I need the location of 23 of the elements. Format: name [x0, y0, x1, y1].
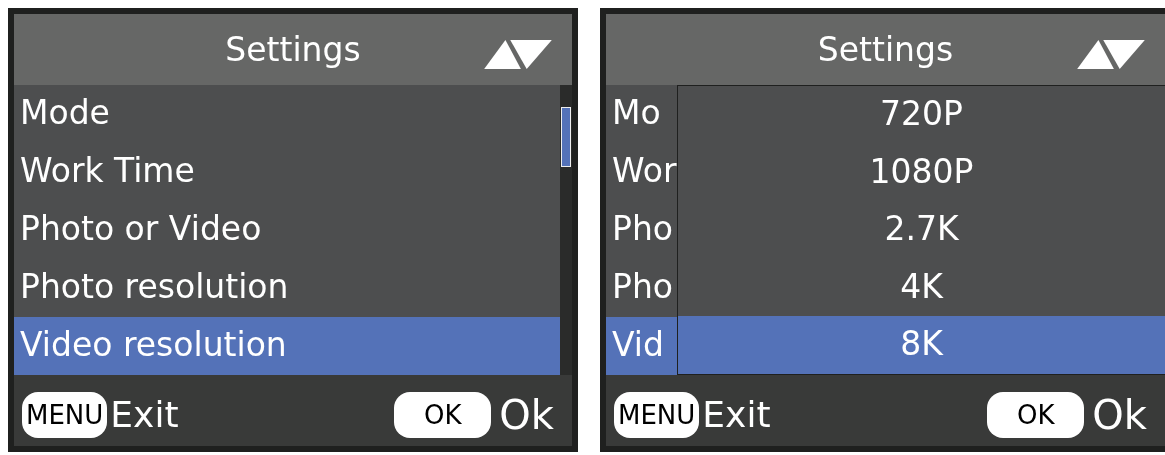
- exit-label: Exit: [110, 394, 179, 435]
- menu-item[interactable]: Video resolution: [14, 317, 560, 375]
- ok-label: Ok: [499, 391, 554, 438]
- menu-key[interactable]: MENU: [614, 391, 700, 438]
- option-item[interactable]: 720P: [678, 86, 1165, 144]
- option-item[interactable]: 4K: [678, 258, 1165, 317]
- screen-title: Settings: [817, 30, 954, 69]
- exit-label: Exit: [702, 394, 771, 435]
- menu-item[interactable]: Mode: [14, 85, 560, 143]
- up-down-triangles-icon: [484, 40, 552, 69]
- menu-key[interactable]: MENU: [22, 391, 108, 438]
- up-down-triangles-icon: [1077, 40, 1145, 69]
- option-item[interactable]: 8K: [678, 316, 1165, 374]
- screen-title: Settings: [225, 30, 361, 69]
- scrollbar[interactable]: [560, 85, 572, 375]
- menu-item[interactable]: Work Time: [14, 143, 560, 201]
- menu-item[interactable]: Photo resolution: [14, 259, 560, 317]
- option-item[interactable]: 2.7K: [678, 201, 1165, 259]
- ok-key[interactable]: OK: [987, 391, 1085, 438]
- option-item[interactable]: 1080P: [678, 143, 1165, 202]
- ok-label: Ok: [1092, 391, 1147, 438]
- menu-item[interactable]: Photo or Video: [14, 201, 560, 259]
- ok-key[interactable]: OK: [394, 391, 492, 438]
